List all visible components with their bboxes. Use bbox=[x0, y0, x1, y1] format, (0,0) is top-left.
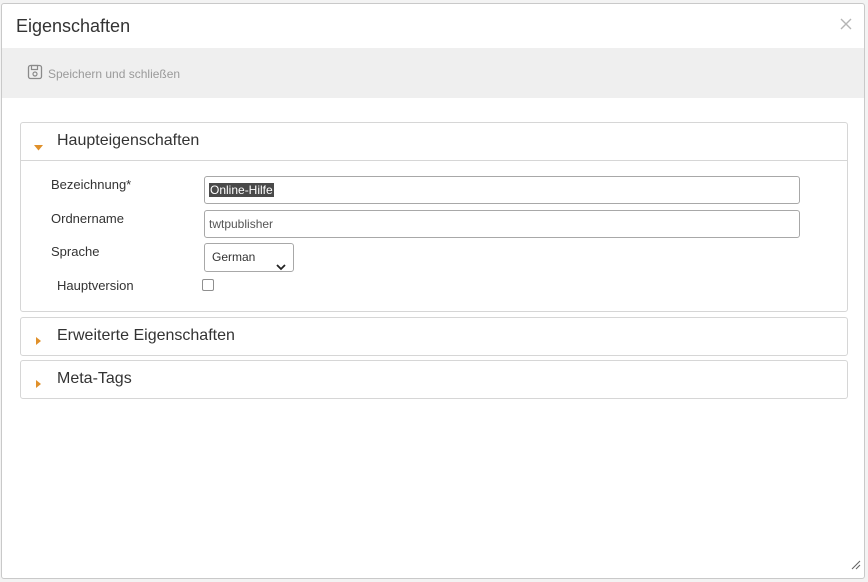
dialog-toolbar: Speichern und schließen bbox=[2, 48, 864, 98]
bezeichnung-value: Online-Hilfe bbox=[209, 183, 274, 197]
ordnername-value: twtpublisher bbox=[209, 217, 274, 231]
sprache-value: German bbox=[212, 250, 256, 264]
dialog-titlebar: Eigenschaften bbox=[2, 4, 864, 48]
panel-extended-properties-title: Erweiterte Eigenschaften bbox=[57, 327, 235, 344]
panel-main-properties-header[interactable]: Haupteigenschaften bbox=[21, 123, 847, 160]
bezeichnung-label: Bezeichnung* bbox=[51, 177, 132, 192]
chevron-down-icon bbox=[276, 254, 286, 281]
panel-extended-properties: Erweiterte Eigenschaften bbox=[20, 317, 848, 356]
panel-extended-properties-header[interactable]: Erweiterte Eigenschaften bbox=[21, 318, 847, 355]
panel-main-properties-title: Haupteigenschaften bbox=[57, 132, 200, 149]
caret-down-icon bbox=[34, 138, 43, 156]
caret-right-icon bbox=[36, 332, 41, 350]
dialog-title: Eigenschaften bbox=[16, 16, 131, 36]
hauptversion-label: Hauptversion bbox=[57, 278, 134, 293]
panel-meta-tags-title: Meta-Tags bbox=[57, 370, 132, 387]
floppy-disk-icon bbox=[27, 64, 48, 83]
properties-dialog: Eigenschaften Speichern und schließen Ha… bbox=[1, 3, 865, 579]
close-icon[interactable] bbox=[838, 16, 854, 32]
ordnername-label: Ordnername bbox=[51, 211, 124, 226]
panel-meta-tags: Meta-Tags bbox=[20, 360, 848, 399]
save-and-close-button[interactable]: Speichern und schließen bbox=[27, 64, 180, 83]
ordnername-input[interactable]: twtpublisher bbox=[204, 210, 800, 238]
caret-right-icon bbox=[36, 375, 41, 393]
resize-handle-icon[interactable] bbox=[849, 557, 861, 575]
panel-main-properties-body: Bezeichnung* Online-Hilfe Ordnername twt… bbox=[21, 160, 847, 311]
panel-meta-tags-header[interactable]: Meta-Tags bbox=[21, 361, 847, 398]
sprache-label: Sprache bbox=[51, 244, 100, 259]
hauptversion-checkbox[interactable] bbox=[202, 279, 214, 291]
sprache-select[interactable]: German bbox=[204, 243, 294, 272]
save-and-close-label: Speichern und schließen bbox=[48, 66, 181, 81]
bezeichnung-input[interactable]: Online-Hilfe bbox=[204, 176, 800, 204]
panel-main-properties: Haupteigenschaften Bezeichnung* Online-H… bbox=[20, 122, 848, 312]
